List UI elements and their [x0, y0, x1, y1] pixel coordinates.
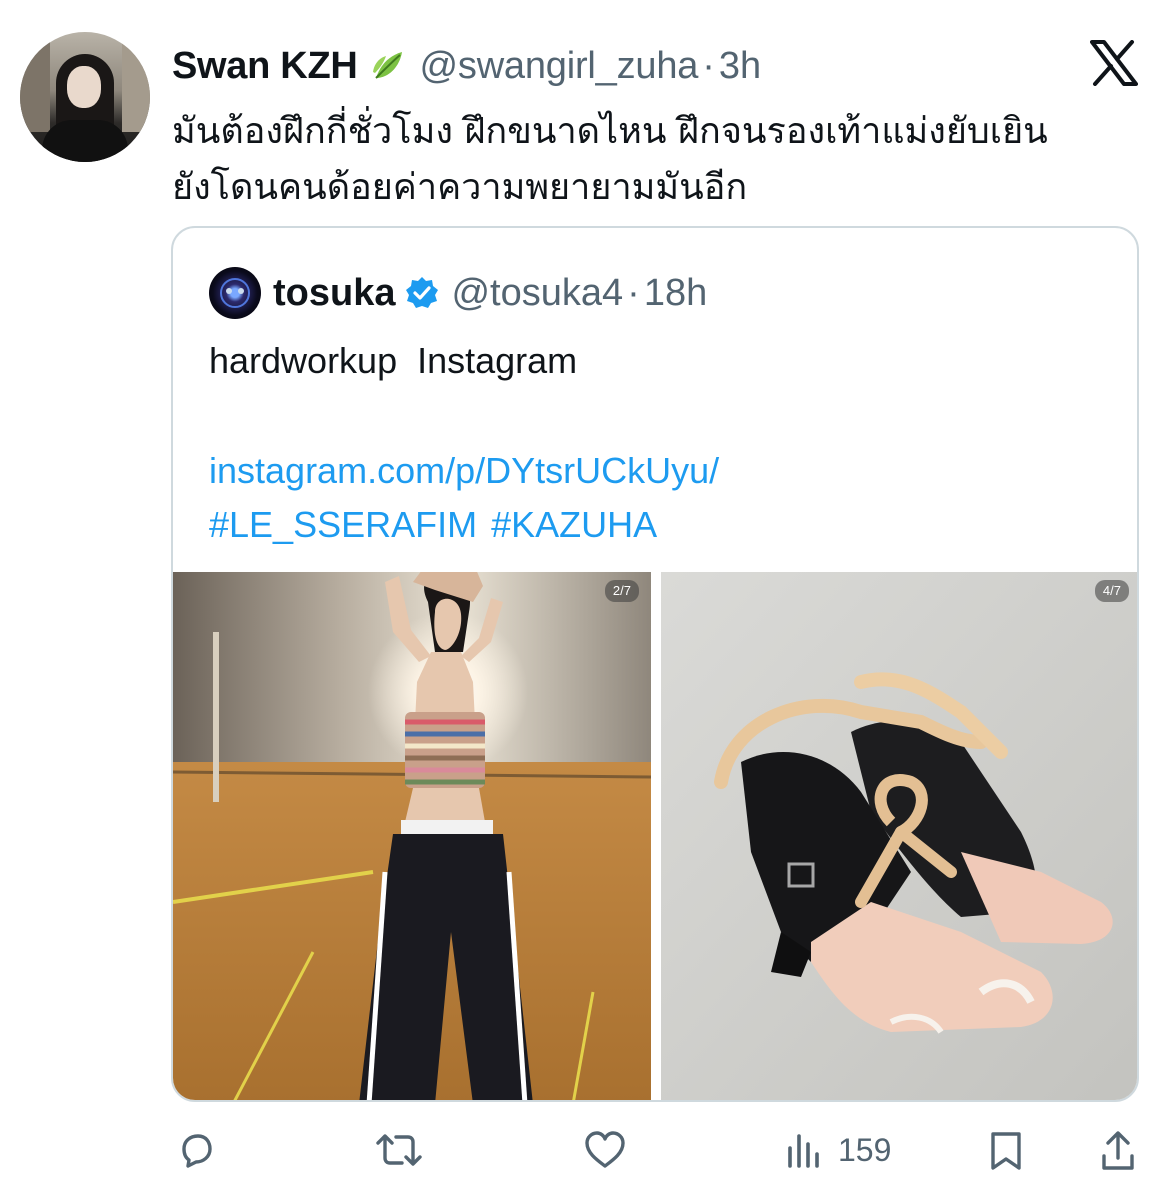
- quoted-link[interactable]: instagram.com/p/DYtsrUCkUyu/: [209, 444, 719, 498]
- retweet-button[interactable]: [374, 1130, 424, 1170]
- heart-icon: [585, 1131, 625, 1168]
- reply-button[interactable]: [176, 1130, 216, 1170]
- quoted-tweet-card[interactable]: tosuka @tosuka4 · 18h hardworkup Instagr…: [171, 226, 1139, 1102]
- media-image-1[interactable]: 2/7: [173, 572, 651, 1100]
- tweet-header: Swan KZH @swangirl_zuha · 3h: [172, 42, 761, 90]
- tweet-text-line-2: ยังโดนคนด้อยค่าความพยายามมันอีก: [172, 167, 748, 208]
- views-button[interactable]: 159: [784, 1130, 891, 1170]
- author-avatar[interactable]: [20, 32, 150, 162]
- quoted-author-handle[interactable]: @tosuka4: [451, 272, 623, 315]
- views-chart-icon: [788, 1134, 819, 1168]
- tweet-text: มันต้องฝึกกี่ชั่วโมง ฝึกขนาดไหน ฝึกจนรอง…: [172, 104, 1152, 216]
- quoted-hashtags: #LE_SSERAFIM #KAZUHA: [209, 498, 671, 552]
- hashtag-le-sserafim[interactable]: #LE_SSERAFIM: [209, 504, 477, 545]
- reply-icon: [182, 1134, 212, 1168]
- quoted-tweet-header: tosuka @tosuka4 · 18h: [209, 267, 707, 319]
- separator-dot: ·: [702, 44, 715, 87]
- bookmark-button[interactable]: [988, 1130, 1024, 1172]
- like-button[interactable]: [583, 1130, 627, 1170]
- tweet-timestamp[interactable]: 3h: [719, 45, 761, 88]
- quoted-tweet-text: hardworkup Instagram: [209, 340, 578, 381]
- media-counter-badge: 4/7: [1094, 580, 1129, 602]
- author-handle[interactable]: @swangirl_zuha: [420, 45, 699, 88]
- quoted-separator-dot: ·: [627, 271, 640, 314]
- quoted-author-display-name[interactable]: tosuka: [273, 272, 395, 315]
- x-logo-icon[interactable]: [1090, 40, 1138, 86]
- quoted-timestamp[interactable]: 18h: [644, 272, 707, 315]
- author-display-name[interactable]: Swan KZH: [172, 45, 358, 88]
- retweet-icon: [376, 1134, 422, 1166]
- bookmark-icon: [991, 1132, 1021, 1170]
- dancer-photo: [173, 572, 651, 1100]
- media-counter-badge: 2/7: [604, 580, 639, 602]
- tweet-text-line-1: มันต้องฝึกกี่ชั่วโมง ฝึกขนาดไหน ฝึกจนรอง…: [172, 111, 1048, 152]
- leaf-icon: [372, 52, 402, 79]
- quoted-author-avatar[interactable]: [209, 267, 261, 319]
- share-button[interactable]: [1100, 1130, 1136, 1172]
- media-image-2[interactable]: 4/7: [661, 572, 1137, 1100]
- verified-badge-icon: [406, 277, 439, 308]
- share-icon: [1102, 1131, 1134, 1170]
- shoes-photo: [661, 572, 1137, 1100]
- hashtag-kazuha[interactable]: #KAZUHA: [491, 504, 657, 545]
- views-count: 159: [838, 1131, 892, 1168]
- action-bar: 159: [0, 1130, 1164, 1180]
